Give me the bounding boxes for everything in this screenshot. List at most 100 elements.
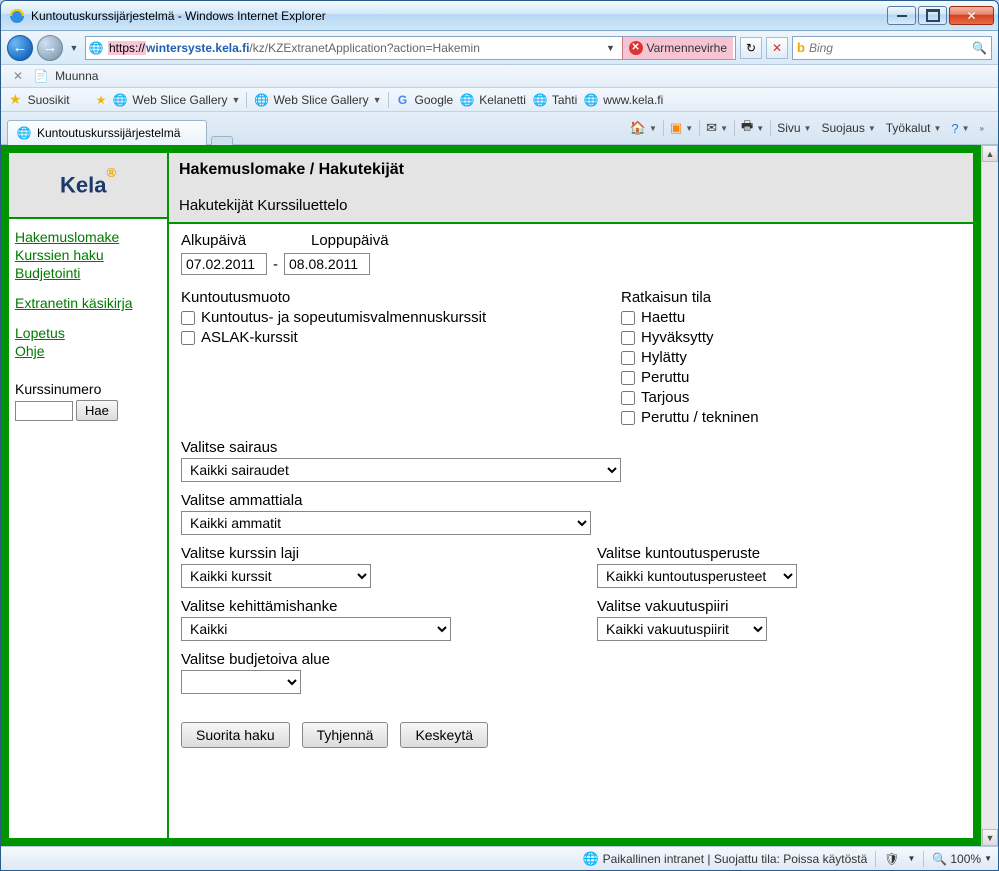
- ratkaisun-tila-opt-5[interactable]: Peruttu / tekninen: [621, 409, 961, 426]
- fav-link-3[interactable]: 🌐Kelanetti: [459, 92, 526, 108]
- ie-icon: [9, 8, 25, 24]
- address-bar[interactable]: 🌐 https://wintersyste.kela.fi/kz/KZExtra…: [85, 36, 736, 60]
- valitse-ammattiala-label: Valitse ammattiala: [181, 492, 961, 509]
- nav-history-dropdown[interactable]: ▼: [67, 35, 81, 61]
- page-title: Hakemuslomake / Hakutekijät: [179, 161, 963, 179]
- add-favorite-icon[interactable]: ★: [96, 93, 107, 107]
- minimize-button[interactable]: [887, 6, 916, 25]
- rss-icon: ▣: [670, 120, 682, 136]
- print-icon: 🖶: [741, 117, 753, 139]
- cert-error-icon: ✕: [629, 41, 643, 55]
- bing-icon: b: [797, 40, 805, 55]
- muunna-label[interactable]: Muunna: [55, 69, 98, 83]
- ammattiala-select[interactable]: Kaikki ammatit: [181, 511, 591, 535]
- page-icon: 🌐: [459, 92, 475, 108]
- tab-title: Kuntoutuskurssijärjestelmä: [37, 126, 180, 140]
- vertical-scrollbar[interactable]: ▲ ▼: [981, 145, 998, 846]
- kehittamishanke-select[interactable]: Kaikki: [181, 617, 451, 641]
- home-button[interactable]: 🏠▼: [626, 118, 661, 138]
- tab-row: 🌐 Kuntoutuskurssijärjestelmä 🏠▼ ▣▼ ✉▼ 🖶▼…: [1, 112, 998, 145]
- valitse-sairaus-label: Valitse sairaus: [181, 439, 961, 456]
- protected-mode-icon[interactable]: 🛡: [884, 852, 899, 866]
- muunna-icon: 📄: [33, 68, 49, 84]
- ratkaisun-tila-opt-3[interactable]: Peruttu: [621, 369, 961, 386]
- back-button[interactable]: ←: [7, 35, 33, 61]
- ratkaisun-tila-opt-0[interactable]: Haettu: [621, 309, 961, 326]
- maximize-button[interactable]: [918, 6, 947, 25]
- sairaus-select[interactable]: Kaikki sairaudet: [181, 458, 621, 482]
- page-subtabs[interactable]: Hakutekijät Kurssiluettelo: [179, 197, 963, 214]
- favorites-star-icon[interactable]: ★: [9, 91, 22, 108]
- certificate-error[interactable]: ✕Varmennevirhe: [622, 37, 733, 59]
- zone-icon: 🌐: [582, 851, 598, 867]
- sidebar-link-hakemuslomake[interactable]: Hakemuslomake: [15, 229, 161, 245]
- kurssin-laji-select[interactable]: Kaikki kurssit: [181, 564, 371, 588]
- feeds-button[interactable]: ▣▼: [666, 118, 697, 138]
- search-input[interactable]: [809, 41, 968, 55]
- search-form: Alkupäivä Loppupäivä - Kuntoutusmuoto Ku…: [169, 224, 973, 838]
- close-button[interactable]: ✕: [949, 6, 994, 25]
- tools-menu[interactable]: Työkalut▼: [882, 119, 946, 137]
- forward-button[interactable]: →: [37, 35, 63, 61]
- main-content: Hakemuslomake / Hakutekijät Hakutekijät …: [169, 153, 973, 838]
- page-frame: Kela® Hakemuslomake Kurssien haku Budjet…: [1, 145, 981, 846]
- mail-button[interactable]: ✉▼: [702, 118, 732, 138]
- page-icon: 🌐: [253, 92, 269, 108]
- kela-logo: Kela®: [60, 172, 116, 198]
- fav-link-1[interactable]: 🌐Web Slice Gallery▼: [253, 92, 381, 108]
- help-icon: ?: [951, 121, 958, 136]
- help-button[interactable]: ?▼: [947, 119, 973, 138]
- sidebar-link-ohje[interactable]: Ohje: [15, 343, 161, 359]
- suorita-haku-button[interactable]: Suorita haku: [181, 722, 290, 748]
- ratkaisun-tila-opt-1[interactable]: Hyväksytty: [621, 329, 961, 346]
- overflow-button[interactable]: »: [976, 122, 988, 135]
- search-box[interactable]: b 🔍: [792, 36, 992, 60]
- scroll-down-button[interactable]: ▼: [982, 829, 998, 846]
- google-icon: G: [395, 92, 411, 108]
- page-icon: 🌐: [532, 92, 548, 108]
- keskeyta-button[interactable]: Keskeytä: [400, 722, 488, 748]
- titlebar: Kuntoutuskurssijärjestelmä - Windows Int…: [1, 1, 998, 31]
- budjetoiva-alue-select[interactable]: [181, 670, 301, 694]
- zoom-icon: 🔍: [932, 852, 947, 866]
- favorites-button[interactable]: Suosikit: [28, 93, 70, 107]
- fav-link-5[interactable]: 🌐www.kela.fi: [583, 92, 663, 108]
- fav-link-2[interactable]: GGoogle: [395, 92, 454, 108]
- search-icon[interactable]: 🔍: [972, 41, 987, 55]
- sidebar-link-kurssienhaku[interactable]: Kurssien haku: [15, 247, 161, 263]
- ratkaisun-tila-opt-4[interactable]: Tarjous: [621, 389, 961, 406]
- new-tab-button[interactable]: [211, 136, 233, 145]
- loppupaiva-input[interactable]: [284, 253, 370, 275]
- page-icon: 🌐: [112, 92, 128, 108]
- muunna-toolbar: ✕ 📄 Muunna: [1, 65, 998, 88]
- kuntoutusperuste-select[interactable]: Kaikki kuntoutusperusteet: [597, 564, 797, 588]
- fav-link-4[interactable]: 🌐Tahti: [532, 92, 577, 108]
- ratkaisun-tila-opt-2[interactable]: Hylätty: [621, 349, 961, 366]
- print-button[interactable]: 🖶▼: [737, 115, 768, 141]
- page-icon: 🌐: [88, 40, 104, 56]
- valitse-budjetoiva-alue-label: Valitse budjetoiva alue: [181, 651, 961, 668]
- close-toolbar-button[interactable]: ✕: [9, 69, 27, 83]
- fav-link-0[interactable]: 🌐Web Slice Gallery▼: [112, 92, 240, 108]
- scroll-up-button[interactable]: ▲: [982, 145, 998, 162]
- kuntoutusmuoto-opt-1[interactable]: ASLAK-kurssit: [181, 329, 601, 346]
- sidebar-link-budjetointi[interactable]: Budjetointi: [15, 265, 161, 281]
- alkupaiva-input[interactable]: [181, 253, 267, 275]
- security-menu[interactable]: Suojaus▼: [817, 119, 879, 137]
- kuntoutusmuoto-opt-0[interactable]: Kuntoutus- ja sopeutumisvalmennuskurssit: [181, 309, 601, 326]
- document-tab[interactable]: 🌐 Kuntoutuskurssijärjestelmä: [7, 120, 207, 145]
- sidebar-link-extranet[interactable]: Extranetin käsikirja: [15, 295, 161, 311]
- hae-button[interactable]: Hae: [76, 400, 118, 421]
- valitse-kehittamishanke-label: Valitse kehittämishanke: [181, 598, 451, 615]
- kurssinumero-input[interactable]: [15, 401, 73, 421]
- page-menu[interactable]: Sivu▼: [773, 119, 815, 137]
- tyhjenna-button[interactable]: Tyhjennä: [302, 722, 389, 748]
- sidebar-link-lopetus[interactable]: Lopetus: [15, 325, 161, 341]
- refresh-button[interactable]: ↻: [740, 37, 762, 59]
- viewport: Kela® Hakemuslomake Kurssien haku Budjet…: [1, 145, 998, 846]
- zoom-control[interactable]: 🔍 100% ▼: [932, 852, 992, 866]
- stop-button[interactable]: ✕: [766, 37, 788, 59]
- address-dropdown[interactable]: ▼: [604, 43, 618, 53]
- security-zone[interactable]: 🌐 Paikallinen intranet | Suojattu tila: …: [582, 851, 867, 867]
- vakuutuspiiri-select[interactable]: Kaikki vakuutuspiirit: [597, 617, 767, 641]
